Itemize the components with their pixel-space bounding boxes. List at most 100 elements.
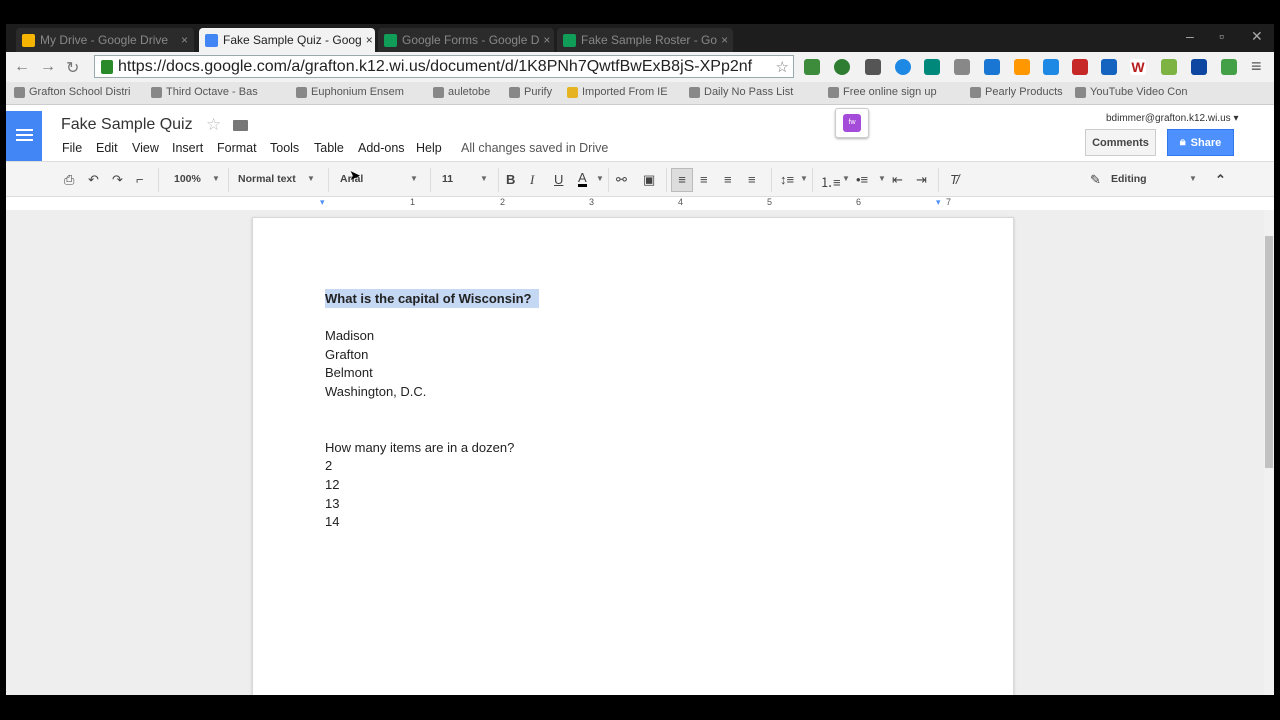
redo-icon[interactable]: ↷ [112,172,123,188]
collapse-icon[interactable]: ⌃ [1215,172,1226,188]
underline-icon[interactable]: U [554,172,563,187]
extension-icon[interactable] [954,59,970,75]
line-spacing-icon[interactable]: ↕≡ [780,172,794,187]
answer-option[interactable]: 2 [325,458,332,473]
menu-insert[interactable]: Insert [172,141,203,155]
italic-icon[interactable]: I [530,172,534,188]
zoom-select[interactable]: 100% [174,173,201,185]
increase-indent-icon[interactable]: ⇥ [916,172,927,188]
reload-icon[interactable]: ↻ [66,58,79,78]
maximize-icon[interactable]: ▫ [1219,28,1224,44]
extension-icon[interactable] [834,59,850,75]
numbered-list-icon[interactable]: ⒈≡ [820,172,841,191]
bookmark-item[interactable]: Pearly Products [970,86,1063,98]
bookmark-item[interactable]: Purify [509,86,552,98]
bookmark-item[interactable]: Grafton School Distri [14,86,130,98]
drive-extension-icon[interactable] [1043,59,1059,75]
paint-format-icon[interactable]: ⌐ [136,172,144,187]
tab-fake-sample-quiz[interactable]: Fake Sample Quiz - Goog × [199,28,375,52]
tab-my-drive[interactable]: My Drive - Google Drive × [16,28,194,52]
bold-icon[interactable]: B [506,172,515,187]
text-color-icon[interactable]: A [578,171,587,187]
answer-option[interactable]: Grafton [325,347,368,362]
close-icon[interactable]: × [362,33,373,47]
answer-option[interactable]: Madison [325,328,374,343]
answer-option[interactable]: Washington, D.C. [325,384,426,399]
back-icon[interactable]: ← [14,58,30,76]
share-button[interactable]: 🔒︎ Share [1167,129,1234,156]
extension-icon[interactable] [1191,59,1207,75]
tab-google-forms[interactable]: Google Forms - Google D × [378,28,554,52]
close-icon[interactable]: × [177,33,188,47]
menu-table[interactable]: Table [314,141,344,155]
star-icon[interactable]: ☆ [206,115,221,135]
answer-option[interactable]: 12 [325,477,339,492]
indent-marker[interactable]: ▾ [320,197,325,208]
menu-format[interactable]: Format [217,141,257,155]
bookmark-item[interactable]: YouTube Video Con [1075,86,1187,98]
menu-view[interactable]: View [132,141,159,155]
comments-button[interactable]: Comments [1085,129,1156,156]
question-1[interactable]: What is the capital of Wisconsin? [325,289,540,308]
extension-icon[interactable] [895,59,911,75]
align-right-icon[interactable]: ≡ [724,172,732,187]
extension-icon[interactable] [804,59,820,75]
extension-icon[interactable] [1072,59,1088,75]
eyedropper-icon[interactable] [865,59,881,75]
align-left-icon[interactable]: ≡ [671,168,693,192]
folder-icon[interactable] [233,120,248,131]
menu-tools[interactable]: Tools [270,141,299,155]
menu-edit[interactable]: Edit [96,141,118,155]
editing-mode-select[interactable]: Editing [1111,173,1147,185]
extension-icon[interactable] [984,59,1000,75]
user-account[interactable]: bdimmer@grafton.k12.wi.us ▾ [1106,113,1238,124]
window-close-icon[interactable]: ✕ [1251,28,1263,45]
forward-icon[interactable]: → [40,58,56,76]
right-indent-marker[interactable]: ▾ [936,197,941,208]
close-icon[interactable]: × [717,33,728,47]
undo-icon[interactable]: ↶ [88,172,99,188]
decrease-indent-icon[interactable]: ⇤ [892,172,903,188]
bookmark-item[interactable]: Daily No Pass List [689,86,793,98]
extension-icon[interactable] [1101,59,1117,75]
document-page[interactable]: What is the capital of Wisconsin? Madiso… [252,217,1014,695]
extension-icon[interactable] [1221,59,1237,75]
justify-icon[interactable]: ≡ [748,172,756,187]
extension-icon[interactable]: W [1130,59,1146,75]
extension-icon[interactable] [1014,59,1030,75]
comment-icon[interactable]: ▣ [643,172,655,188]
bookmark-item[interactable]: Free online sign up [828,86,937,98]
menu-icon[interactable]: ≡ [1251,56,1262,77]
link-icon[interactable]: ⚯ [616,172,627,188]
address-bar[interactable]: https://docs.google.com/a/grafton.k12.wi… [94,55,794,78]
extension-icon[interactable] [924,59,940,75]
align-center-icon[interactable]: ≡ [700,172,708,187]
document-title[interactable]: Fake Sample Quiz [61,116,193,134]
bookmark-item[interactable]: Euphonium Ensem [296,86,404,98]
answer-option[interactable]: Belmont [325,365,373,380]
menu-file[interactable]: File [62,141,82,155]
addon-icon[interactable]: fw [835,108,869,138]
close-icon[interactable]: × [539,33,550,47]
answer-option[interactable]: 14 [325,514,339,529]
docs-home-icon[interactable] [6,111,42,161]
bulleted-list-icon[interactable]: •≡ [856,172,868,187]
scrollbar-thumb[interactable] [1265,236,1273,468]
answer-option[interactable]: 13 [325,496,339,511]
minimize-icon[interactable]: – [1186,28,1194,44]
tab-fake-sample-roster[interactable]: Fake Sample Roster - Go × [557,28,733,52]
bookmark-star-icon[interactable]: ☆ [772,58,793,76]
bookmark-item[interactable]: auletobe [433,86,490,98]
menu-help[interactable]: Help [416,141,442,155]
question-2[interactable]: How many items are in a dozen? [325,440,514,455]
extension-icon[interactable] [1161,59,1177,75]
ruler-tick: 4 [678,197,684,207]
clear-formatting-icon[interactable]: T̸ [950,172,958,187]
style-select[interactable]: Normal text [238,173,296,185]
print-icon[interactable]: ⎙ [64,172,74,188]
bookmark-item[interactable]: Third Octave - Bas [151,86,258,98]
bookmark-folder[interactable]: Imported From IE [567,86,668,98]
font-size-select[interactable]: 11 [442,173,453,185]
menu-add-ons[interactable]: Add-ons [358,141,405,155]
vertical-scrollbar[interactable] [1264,210,1274,695]
